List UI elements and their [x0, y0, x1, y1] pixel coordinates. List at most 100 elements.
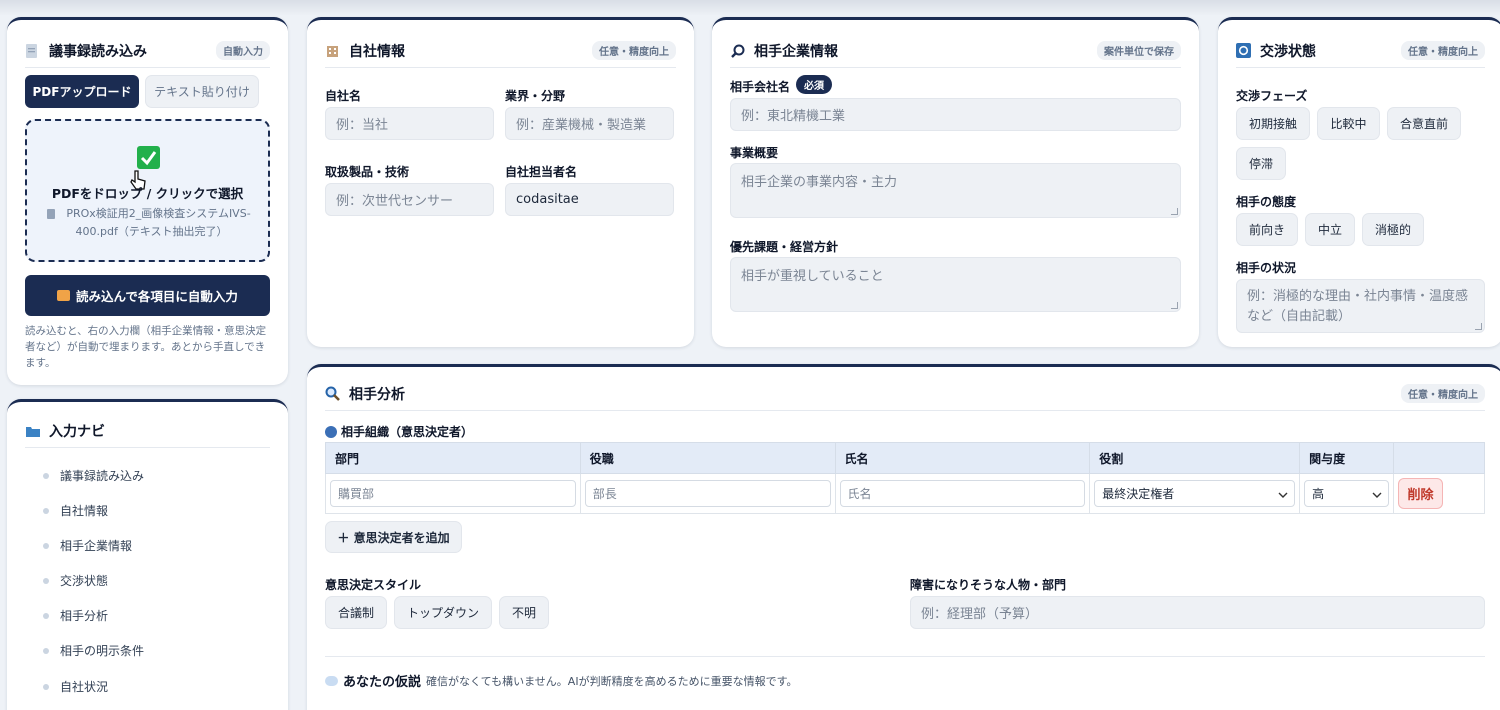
business-summary-textarea[interactable]: 相手企業の事業内容・主力: [730, 163, 1181, 218]
tab-text-paste[interactable]: テキスト貼り付け: [145, 75, 259, 108]
owner-label: 自社担当者名: [505, 165, 578, 179]
bullet: [43, 647, 49, 654]
optional-tag: 任意・精度向上: [592, 41, 676, 60]
negotiation-status-card: 交渉状態 任意・精度向上 交渉フェーズ 初期接触 比較中 合意直前 停滞 相手の…: [1218, 17, 1500, 347]
business-summary-label: 事業概要: [730, 146, 779, 160]
decision-style-label: 意思決定スタイル: [325, 578, 422, 592]
card-title: 相手分析: [349, 386, 405, 403]
phase-chip-stalled[interactable]: 停滞: [1236, 147, 1286, 180]
nav-item-minutes[interactable]: 議事録読み込み: [43, 467, 144, 484]
drop-instruction: PDFをドロップ / クリックで選択: [51, 186, 244, 201]
optional-tag: 任意・精度向上: [1401, 41, 1485, 60]
required-badge: 必須: [796, 75, 832, 94]
resize-handle[interactable]: [1171, 208, 1178, 215]
card-title: 交渉状態: [1260, 43, 1316, 60]
obstacle-input[interactable]: 例：経理部（予算）: [910, 596, 1485, 629]
chevron-down-icon: [1372, 487, 1382, 501]
situation-textarea[interactable]: 例：消極的な理由・社内事情・温度感など（自由記載）: [1236, 279, 1485, 333]
attitude-chip-positive[interactable]: 前向き: [1236, 213, 1298, 246]
table-row: 購買部 部長 氏名 最終決定権者 高 削除: [325, 473, 1485, 514]
card-title: 入力ナビ: [49, 423, 105, 440]
speech-bubble-icon: [325, 675, 338, 686]
card-title: 自社情報: [349, 43, 405, 60]
phase-chip-near-agreement[interactable]: 合意直前: [1387, 107, 1461, 140]
role-select[interactable]: 最終決定権者: [1094, 480, 1296, 507]
attitude-chip-neutral[interactable]: 中立: [1305, 213, 1355, 246]
partner-analysis-card: 相手分析 任意・精度向上 相手組織（意思決定者）: [307, 364, 1500, 710]
attitude-chip-negative[interactable]: 消極的: [1362, 213, 1424, 246]
column-header-involvement: 関与度: [1299, 442, 1394, 474]
auto-input-tag: 自動入力: [216, 41, 270, 60]
top-shadow: [0, 0, 1500, 16]
input-nav-card: 入力ナビ 議事録読み込み 自社情報 相手企業情報 交渉状態 相手分析 相手の明示…: [7, 399, 288, 710]
nav-item-own-status[interactable]: 自社状況: [43, 678, 108, 695]
bullet: [43, 577, 49, 584]
card-header: 交渉状態 任意・精度向上: [1236, 34, 1485, 68]
position-input[interactable]: 部長: [584, 480, 831, 507]
priority-textarea[interactable]: 相手が重視していること: [730, 257, 1181, 312]
people-icon: [325, 425, 337, 438]
department-input[interactable]: 購買部: [330, 480, 576, 507]
industry-label: 業界・分野: [505, 89, 566, 103]
phase-chip-initial[interactable]: 初期接触: [1236, 107, 1310, 140]
cell: 最終決定権者: [1089, 473, 1301, 514]
hypothesis-title: あなたの仮説: [343, 675, 422, 690]
add-decision-maker-button[interactable]: ＋ 意思決定者を追加: [325, 521, 462, 553]
products-input[interactable]: 例：次世代センサー: [325, 183, 494, 216]
decision-maker-table: 部門 役職 氏名 役割 関与度 購買部 部長 氏名 最終決定権者 高 削除: [325, 442, 1485, 514]
nav-item-negotiation[interactable]: 交渉状態: [43, 572, 108, 589]
refresh-icon: [1236, 42, 1252, 59]
card-title: 相手企業情報: [754, 43, 838, 60]
situation-label: 相手の状況: [1236, 261, 1297, 275]
search-icon: [325, 386, 341, 402]
phase-chip-comparing[interactable]: 比較中: [1317, 107, 1380, 140]
magnifier-icon: [730, 43, 746, 59]
check-icon: [137, 146, 160, 169]
style-chip-top-down[interactable]: トップダウン: [394, 596, 492, 629]
hypothesis-row: あなたの仮説 確信がなくても構いません。AIが判断精度を高めるために重要な情報で…: [325, 671, 797, 690]
column-header-position: 役職: [579, 442, 836, 474]
document-icon: [25, 43, 41, 59]
nav-item-own-company[interactable]: 自社情報: [43, 502, 108, 519]
column-header-role: 役割: [1089, 442, 1301, 474]
style-chip-unknown[interactable]: 不明: [499, 596, 549, 629]
resize-handle[interactable]: [1171, 302, 1178, 309]
bullet: [43, 612, 49, 619]
chevron-down-icon: [1278, 487, 1288, 501]
style-chip-consensus[interactable]: 合議制: [325, 596, 387, 629]
company-name-input[interactable]: 例：当社: [325, 107, 494, 140]
cell: 削除: [1393, 473, 1485, 514]
cell: 部長: [579, 473, 836, 514]
inbox-tray-icon: [57, 290, 71, 301]
owner-input[interactable]: codasitae: [505, 183, 674, 216]
partner-name-input[interactable]: 例：東北精機工業: [730, 98, 1181, 131]
card-header: 自社情報 任意・精度向上: [325, 34, 676, 68]
name-input[interactable]: 氏名: [839, 480, 1086, 507]
pdf-drop-zone[interactable]: PDFをドロップ / クリックで選択 PROx検証用2_画像検査システムIVS-…: [25, 119, 270, 262]
bullet: [43, 683, 49, 690]
obstacle-label: 障害になりそうな人物・部門: [910, 578, 1067, 592]
resize-handle[interactable]: [1475, 323, 1482, 330]
table-header-row: 部門 役職 氏名 役割 関与度: [325, 442, 1485, 474]
hypothesis-note: 確信がなくても構いません。AIが判断精度を高めるために重要な情報です。: [426, 674, 798, 688]
nav-item-explicit-terms[interactable]: 相手の明示条件: [43, 642, 144, 659]
card-title: 議事録読み込み: [49, 43, 147, 60]
minutes-import-card: 議事録読み込み 自動入力 PDFアップロード テキスト貼り付け PDFをドロップ…: [7, 17, 288, 385]
file-info: PROx検証用2_画像検査システムIVS-400.pdf（テキスト抽出完了）: [66, 207, 251, 238]
cell: 氏名: [834, 473, 1091, 514]
bullet: [43, 472, 49, 479]
nav-item-analysis[interactable]: 相手分析: [43, 607, 108, 624]
delete-row-button[interactable]: 削除: [1398, 478, 1443, 509]
nav-item-partner-company[interactable]: 相手企業情報: [43, 537, 132, 554]
card-header: 入力ナビ: [25, 414, 270, 448]
import-help-text: 読み込むと、右の入力欄（相手企業情報・意思決定者など）が自動で埋まります。あとか…: [25, 325, 267, 369]
cell: 購買部: [325, 473, 581, 514]
industry-input[interactable]: 例：産業機械・製造業: [505, 107, 674, 140]
bullet: [43, 507, 49, 514]
bullet: [43, 542, 49, 549]
column-header-name: 氏名: [834, 442, 1091, 474]
folder-icon: [25, 423, 41, 439]
tab-pdf-upload[interactable]: PDFアップロード: [25, 75, 139, 108]
import-autofill-button[interactable]: 読み込んで各項目に自動入力: [25, 275, 270, 316]
involvement-select[interactable]: 高: [1304, 480, 1389, 507]
